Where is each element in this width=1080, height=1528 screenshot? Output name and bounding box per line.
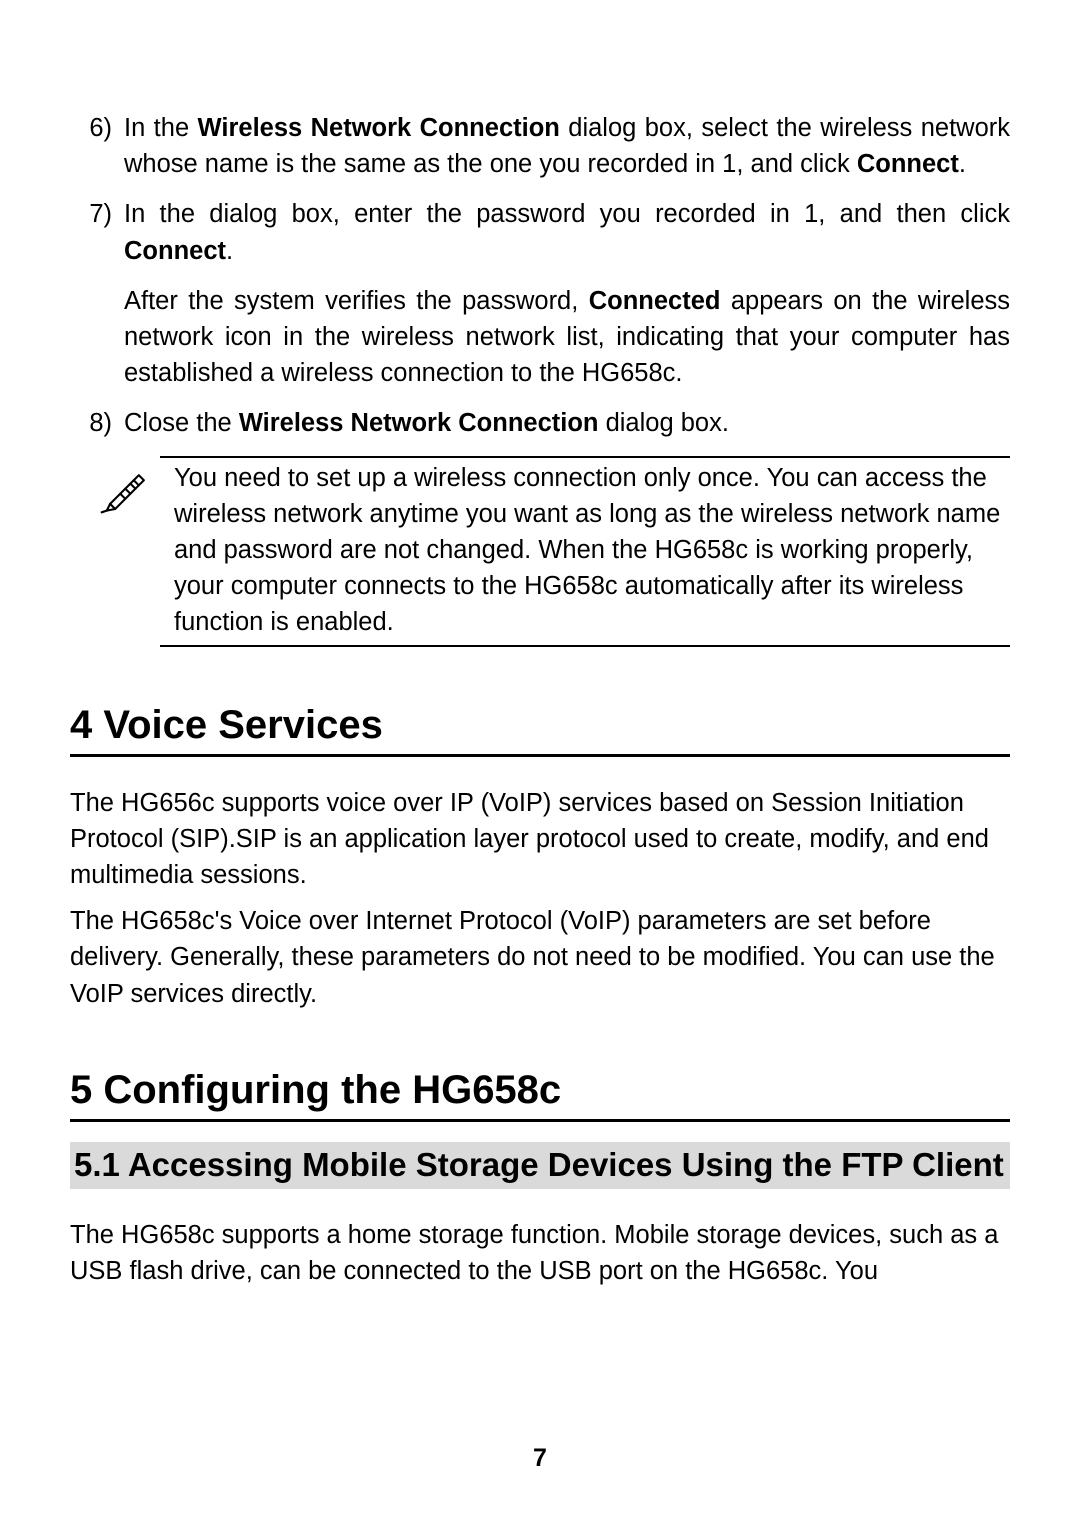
note-block: You need to set up a wireless connection… bbox=[70, 456, 1010, 647]
step-list: 6) In the Wireless Network Connection di… bbox=[70, 110, 1010, 442]
step-item: 8) Close the Wireless Network Connection… bbox=[70, 405, 1010, 441]
section-5-1-paragraph-1: The HG658c supports a home storage funct… bbox=[70, 1217, 1010, 1289]
document-page: 6) In the Wireless Network Connection di… bbox=[0, 0, 1080, 1528]
section-4-paragraph-2: The HG658c's Voice over Internet Protoco… bbox=[70, 903, 1010, 1012]
section-4-heading: 4 Voice Services bbox=[70, 703, 1010, 757]
step-body: In the dialog box, enter the password yo… bbox=[124, 196, 1010, 391]
step-body: Close the Wireless Network Connection di… bbox=[124, 405, 1010, 441]
note-text: You need to set up a wireless connection… bbox=[174, 460, 1010, 641]
step-item: 6) In the Wireless Network Connection di… bbox=[70, 110, 1010, 182]
page-number: 7 bbox=[0, 1444, 1080, 1473]
step-marker: 7) bbox=[70, 196, 112, 391]
step-body: In the Wireless Network Connection dialo… bbox=[124, 110, 1010, 182]
section-5-1-heading: 5.1 Accessing Mobile Storage Devices Usi… bbox=[70, 1142, 1010, 1189]
step-item: 7) In the dialog box, enter the password… bbox=[70, 196, 1010, 391]
step-marker: 6) bbox=[70, 110, 112, 182]
section-5-heading: 5 Configuring the HG658c bbox=[70, 1068, 1010, 1122]
note-rule-bottom bbox=[160, 645, 1010, 647]
step-marker: 8) bbox=[70, 405, 112, 441]
note-pen-icon bbox=[100, 460, 154, 519]
section-4-paragraph-1: The HG656c supports voice over IP (VoIP)… bbox=[70, 785, 1010, 894]
